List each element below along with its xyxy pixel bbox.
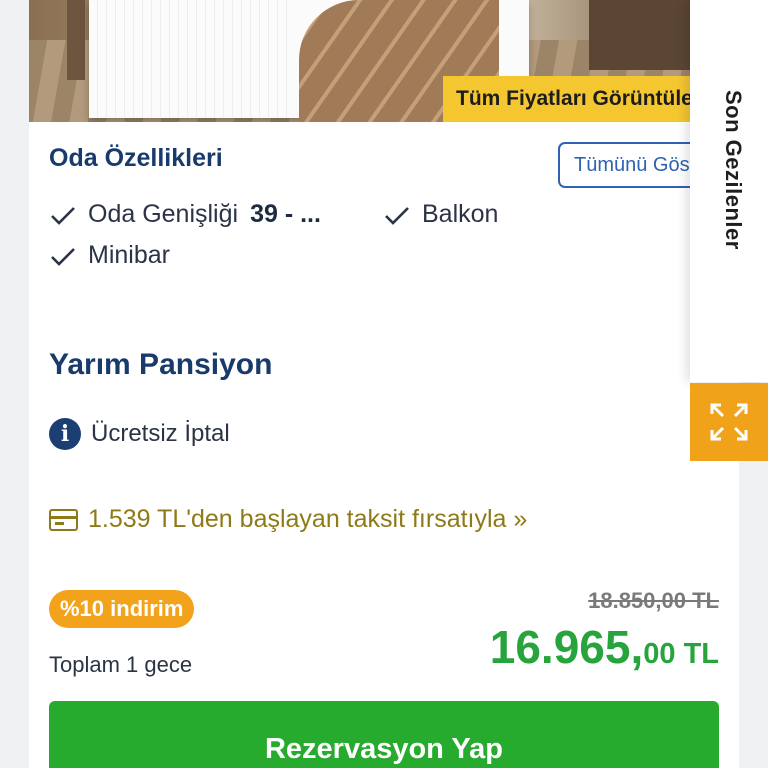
feature-room-size-value: 39 - ... xyxy=(250,200,321,228)
total-nights-label: Toplam 1 gece xyxy=(49,652,193,677)
new-price-main: 16.965, xyxy=(489,621,644,673)
cancellation-label: Ücretsiz İptal xyxy=(91,420,230,447)
credit-card-icon xyxy=(49,508,78,531)
expand-button[interactable] xyxy=(690,383,768,461)
room-photo[interactable]: Tüm Fiyatları Görüntüle xyxy=(29,0,690,122)
feature-room-size: Oda Genişliği 39 - ... xyxy=(49,200,321,229)
reserve-button[interactable]: Rezervasyon Yap xyxy=(49,701,719,768)
new-price-fraction: 00 TL xyxy=(643,638,719,670)
feature-minibar-label: Minibar xyxy=(88,241,170,269)
check-icon xyxy=(385,206,409,225)
info-icon[interactable]: i xyxy=(49,418,81,450)
new-price: 16.965,00 TL xyxy=(490,620,719,674)
feature-balcony: Balkon xyxy=(383,200,498,229)
expand-arrows-icon xyxy=(710,403,748,441)
installment-label: 1.539 TL'den başlayan taksit fırsatıyla … xyxy=(88,505,528,533)
room-features-title: Oda Özellikleri xyxy=(49,144,223,172)
recently-viewed-label: Son Gezilenler xyxy=(721,90,746,250)
feature-minibar: Minibar xyxy=(49,241,170,270)
recently-viewed-tab[interactable]: Son Gezilenler xyxy=(690,0,768,382)
view-all-prices-button[interactable]: Tüm Fiyatları Görüntüle xyxy=(443,76,690,122)
feature-room-size-label: Oda Genişliği xyxy=(88,200,239,228)
board-type: Yarım Pansiyon xyxy=(49,348,273,381)
room-offer-card: Tüm Fiyatları Görüntüle Oda Özellikleri … xyxy=(29,0,739,768)
cancellation-policy[interactable]: i Ücretsiz İptal xyxy=(49,418,230,450)
check-icon xyxy=(51,206,75,225)
feature-balcony-label: Balkon xyxy=(422,200,499,228)
installment-link[interactable]: 1.539 TL'den başlayan taksit fırsatıyla … xyxy=(49,505,527,534)
check-icon xyxy=(51,247,75,266)
photo-chair xyxy=(589,0,690,70)
photo-bedpost xyxy=(67,0,85,80)
photo-bed-texture xyxy=(89,0,289,118)
discount-badge: %10 indirim xyxy=(49,590,195,628)
old-price: 18.850,00 TL xyxy=(588,588,719,613)
